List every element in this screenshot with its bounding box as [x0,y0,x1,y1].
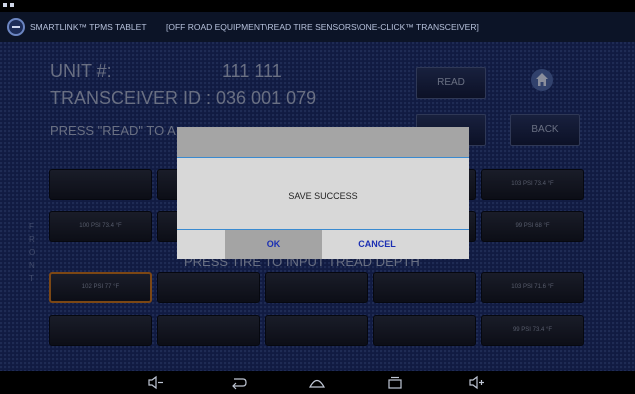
volume-down-icon[interactable] [147,374,165,391]
app-logo-icon[interactable] [7,18,25,36]
status-bar [0,0,635,12]
cancel-button[interactable]: CANCEL [322,230,432,259]
home-nav-icon[interactable] [308,374,326,391]
save-success-dialog: SAVE SUCCESS OK CANCEL [177,127,469,259]
nav-bar [0,371,635,394]
dialog-header [177,127,469,158]
ok-button[interactable]: OK [225,230,322,259]
title-bar: SMARTLINK™ TPMS TABLET [OFF ROAD EQUIPME… [0,12,635,42]
dialog-message: SAVE SUCCESS [288,191,358,201]
recents-icon[interactable] [386,374,404,391]
breadcrumb: [OFF ROAD EQUIPMENT\READ TIRE SENSORS\ON… [166,22,479,32]
volume-up-icon[interactable] [468,374,486,391]
back-icon[interactable] [230,374,248,391]
app-title: SMARTLINK™ TPMS TABLET [30,22,147,32]
notification-icon [3,3,7,7]
notification-icon [10,3,14,7]
